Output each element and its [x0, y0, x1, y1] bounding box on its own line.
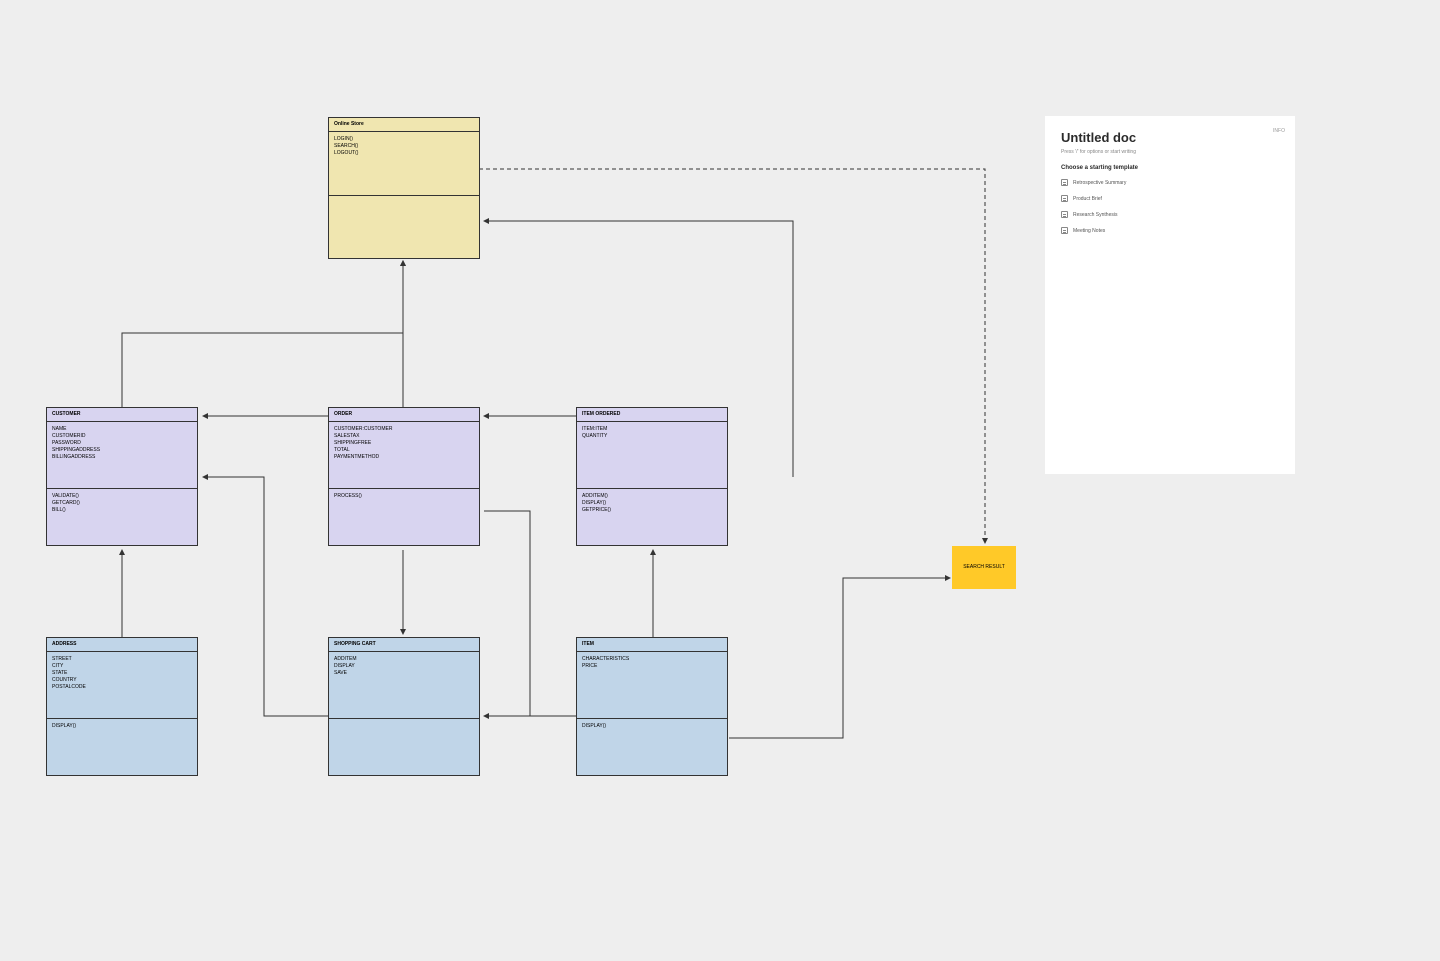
class-item[interactable]: ITEM CHARACTERISTICS PRICE DISPLAY() [576, 637, 728, 776]
attr: PAYMENTMETHOD [334, 454, 474, 461]
op: DISPLAY() [582, 500, 722, 507]
attr: LOGOUT() [334, 150, 474, 157]
choose-template-heading: Choose a starting template [1061, 165, 1279, 171]
document-icon [1061, 227, 1068, 234]
class-ops: DISPLAY() [577, 719, 727, 775]
class-title: ORDER [329, 408, 479, 422]
attr: CUSTOMERID [52, 433, 192, 440]
attr: SALESTAX [334, 433, 474, 440]
template-label: Product Brief [1073, 196, 1102, 202]
template-product-brief[interactable]: Product Brief [1061, 195, 1279, 202]
class-ops: PROCESS() [329, 489, 479, 545]
attr: CHARACTERISTICS [582, 656, 722, 663]
class-ops: VALIDATE() GETCARD() BILL() [47, 489, 197, 545]
doc-panel[interactable]: INFO Untitled doc Press '/' for options … [1045, 116, 1295, 474]
class-attrs: ITEM:ITEM QUANTITY [577, 422, 727, 489]
class-attrs: CUSTOMER:CUSTOMER SALESTAX SHIPPINGFREE … [329, 422, 479, 489]
template-retrospective[interactable]: Retrospective Summary [1061, 179, 1279, 186]
attr: COUNTRY [52, 677, 192, 684]
template-label: Retrospective Summary [1073, 180, 1126, 186]
attr: POSTALCODE [52, 684, 192, 691]
class-title: SEARCH RESULT [963, 564, 1005, 571]
info-label[interactable]: INFO [1273, 128, 1285, 134]
template-meeting-notes[interactable]: Meeting Notes [1061, 227, 1279, 234]
document-icon [1061, 211, 1068, 218]
document-icon [1061, 195, 1068, 202]
class-attrs: STREET CITY STATE COUNTRY POSTALCODE [47, 652, 197, 719]
attr: SHIPPINGFREE [334, 440, 474, 447]
attr: STATE [52, 670, 192, 677]
attr: STREET [52, 656, 192, 663]
op: ADDITEM() [582, 493, 722, 500]
op: DISPLAY() [52, 723, 192, 730]
document-icon [1061, 179, 1068, 186]
attr: NAME [52, 426, 192, 433]
op: GETCARD() [52, 500, 192, 507]
attr: DISPLAY [334, 663, 474, 670]
class-order[interactable]: ORDER CUSTOMER:CUSTOMER SALESTAX SHIPPIN… [328, 407, 480, 546]
doc-hint: Press '/' for options or start writing [1061, 149, 1279, 155]
op: BILL() [52, 507, 192, 514]
attr: CUSTOMER:CUSTOMER [334, 426, 474, 433]
class-ops [329, 719, 479, 775]
class-item-ordered[interactable]: ITEM ORDERED ITEM:ITEM QUANTITY ADDITEM(… [576, 407, 728, 546]
class-ops [329, 196, 479, 259]
doc-title[interactable]: Untitled doc [1061, 130, 1279, 145]
attr: ITEM:ITEM [582, 426, 722, 433]
class-customer[interactable]: CUSTOMER NAME CUSTOMERID PASSWORD SHIPPI… [46, 407, 198, 546]
class-attrs: LOGIN() SEARCH() LOGOUT() [329, 132, 479, 196]
attr: BILLINGADDRESS [52, 454, 192, 461]
class-attrs: ADDITEM DISPLAY SAVE [329, 652, 479, 719]
class-ops: DISPLAY() [47, 719, 197, 775]
class-attrs: CHARACTERISTICS PRICE [577, 652, 727, 719]
attr: QUANTITY [582, 433, 722, 440]
attr: CITY [52, 663, 192, 670]
attr: SAVE [334, 670, 474, 677]
op: PROCESS() [334, 493, 474, 500]
op: DISPLAY() [582, 723, 722, 730]
class-search-result[interactable]: SEARCH RESULT [952, 546, 1016, 589]
attr: PASSWORD [52, 440, 192, 447]
class-title: ITEM [577, 638, 727, 652]
class-shopping-cart[interactable]: SHOPPING CART ADDITEM DISPLAY SAVE [328, 637, 480, 776]
attr: TOTAL [334, 447, 474, 454]
op: VALIDATE() [52, 493, 192, 500]
attr: LOGIN() [334, 136, 474, 143]
attr: SEARCH() [334, 143, 474, 150]
class-title: Online Store [329, 118, 479, 132]
class-title: ITEM ORDERED [577, 408, 727, 422]
attr: SHIPPINGADDRESS [52, 447, 192, 454]
template-label: Meeting Notes [1073, 228, 1105, 234]
class-title: SHOPPING CART [329, 638, 479, 652]
attr: PRICE [582, 663, 722, 670]
op: GETPRICE() [582, 507, 722, 514]
class-title: CUSTOMER [47, 408, 197, 422]
attr: ADDITEM [334, 656, 474, 663]
class-attrs: NAME CUSTOMERID PASSWORD SHIPPINGADDRESS… [47, 422, 197, 489]
template-research-synthesis[interactable]: Research Synthesis [1061, 211, 1279, 218]
template-label: Research Synthesis [1073, 212, 1117, 218]
class-online-store[interactable]: Online Store LOGIN() SEARCH() LOGOUT() [328, 117, 480, 259]
class-ops: ADDITEM() DISPLAY() GETPRICE() [577, 489, 727, 545]
class-title: ADDRESS [47, 638, 197, 652]
class-address[interactable]: ADDRESS STREET CITY STATE COUNTRY POSTAL… [46, 637, 198, 776]
